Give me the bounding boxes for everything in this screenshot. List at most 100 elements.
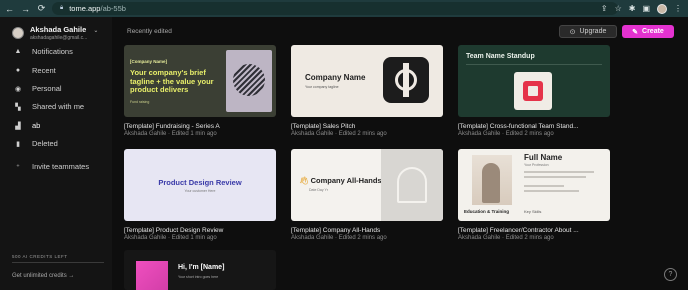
extensions-icon[interactable]: ✱	[629, 4, 636, 13]
reload-icon[interactable]: ⟳	[35, 2, 48, 15]
thumb-intro: Your short intro goes here	[178, 275, 219, 279]
thumb-divider	[466, 64, 602, 65]
sidebar: Akshada Gahile akshadagahile@gmail.c... …	[0, 17, 112, 290]
thumb-education: Education & Training	[464, 209, 510, 214]
sidebar-item-label: Shared with me	[32, 102, 85, 111]
thumb-shape	[397, 167, 427, 203]
user-name: Akshada Gahile	[30, 25, 87, 34]
share-icon[interactable]: ⇪	[601, 4, 608, 13]
card-thumbnail[interactable]: Product Design Review Your customer Here	[124, 149, 276, 221]
thumb-tagline: Your company tagline	[305, 85, 339, 89]
thumb-subtitle: Date Day Yr	[309, 188, 328, 192]
thumb-company-name: Company Name	[305, 73, 366, 82]
text-line	[524, 171, 594, 173]
sidebar-item-workspace[interactable]: ▟ ab	[14, 121, 40, 130]
tome-app: Akshada Gahile akshadagahile@gmail.c... …	[0, 17, 688, 290]
sidebar-item-label: Deleted	[32, 139, 58, 148]
card-title[interactable]: [Template] Sales Pitch	[291, 123, 451, 130]
upgrade-icon: ⊙	[569, 28, 576, 36]
edit-icon: ✎	[632, 28, 639, 36]
url-host: tome.app	[69, 4, 101, 13]
people-icon: ▚	[15, 103, 21, 111]
sidebar-item-deleted[interactable]: ▮ Deleted	[14, 139, 58, 148]
thumb-circle	[233, 64, 265, 96]
sidebar-item-label: ab	[32, 121, 41, 130]
card-meta: Akshada Gahile · Edited 2 mins ago	[458, 131, 554, 137]
menu-icon[interactable]: ⋮	[674, 4, 682, 13]
card-thumbnail[interactable]: Full Name Your Profession Education & Tr…	[458, 149, 610, 221]
address-bar[interactable]: 🔒︎ tome.app /ab-55b	[52, 2, 618, 15]
create-button[interactable]: ✎ Create	[622, 25, 674, 38]
card-title[interactable]: [Template] Freelancer/Contractor About .…	[458, 227, 618, 234]
thumb-photo	[472, 155, 512, 205]
thumb-title: Team Name Standup	[466, 53, 535, 60]
credits-divider	[12, 262, 104, 263]
card-title[interactable]: [Template] Fundraising - Series A	[124, 123, 284, 130]
logo-inner	[528, 86, 538, 96]
card-title[interactable]: [Template] Cross-functional Team Stand..…	[458, 123, 618, 130]
back-icon[interactable]: ←	[3, 2, 16, 15]
chevron-down-icon: ⌄	[93, 27, 99, 34]
upgrade-button[interactable]: ⊙ Upgrade	[559, 25, 617, 38]
card-meta: Akshada Gahile · Edited 2 mins ago	[291, 131, 387, 137]
thumb-pink-block	[136, 261, 168, 290]
add-person-icon: ⁺	[16, 163, 20, 171]
wave-icon: 👋︎	[299, 176, 311, 185]
user-menu[interactable]: Akshada Gahile akshadagahile@gmail.c... …	[12, 25, 98, 41]
card-meta: Akshada Gahile · Edited 1 min ago	[124, 131, 217, 137]
person-icon: ◉	[14, 85, 22, 93]
sidebar-item-recent[interactable]: ● Recent	[14, 66, 56, 75]
sidepanel-icon[interactable]: ▣	[642, 4, 650, 13]
thumb-heading: Hi, I'm [Name]	[178, 264, 225, 271]
thumb-title: Product Design Review	[158, 178, 242, 187]
logo-red-square	[523, 81, 543, 101]
thumb-skills: Key Skills	[524, 209, 542, 214]
thumb-role: Your Profession	[524, 163, 549, 167]
card-meta: Akshada Gahile · Edited 2 mins ago	[291, 235, 387, 241]
text-line	[524, 185, 564, 187]
card-title[interactable]: [Template] Company All-Hands	[291, 227, 451, 234]
sidebar-item-label: Recent	[32, 66, 56, 75]
browser-toolbar: ← → ⟳ 🔒︎ tome.app /ab-55b ⇪ ☆ ✱ ▣ ⋮	[0, 0, 688, 17]
create-label: Create	[642, 28, 664, 35]
section-title: Recently edited	[127, 28, 172, 35]
url-path: /ab-55b	[100, 4, 126, 13]
sidebar-item-shared[interactable]: ▚ Shared with me	[14, 102, 84, 111]
text-line	[524, 176, 586, 178]
help-button[interactable]: ?	[664, 268, 677, 281]
thumb-logo	[383, 57, 429, 103]
thumb-small-text: Fund raising	[130, 100, 150, 104]
bell-icon: ▲	[14, 48, 22, 55]
logo-bar	[403, 63, 409, 97]
text-line	[524, 190, 579, 192]
lock-icon: 🔒︎	[60, 5, 64, 11]
forward-icon[interactable]: →	[19, 2, 32, 15]
thumb-headline: Your company's brief tagline + the value…	[130, 68, 214, 94]
thumb-tag: [Company Name]	[130, 59, 168, 64]
thumb-title: 👋︎ Company All-Hands	[299, 176, 382, 185]
star-icon[interactable]: ☆	[615, 4, 622, 13]
thumb-name: Full Name	[524, 153, 563, 162]
sidebar-item-invite[interactable]: ⁺ Invite teammates	[14, 162, 89, 171]
thumb-panel	[381, 149, 443, 221]
card-thumbnail[interactable]: 👋︎ Company All-Hands Date Day Yr	[291, 149, 443, 221]
user-email: akshadagahile@gmail.c...	[30, 35, 88, 41]
thumb-artwork	[226, 50, 272, 112]
credits-title: 500 AI CREDITS LEFT	[12, 254, 68, 259]
trash-icon: ▮	[16, 140, 20, 148]
card-thumbnail[interactable]: Team Name Standup	[458, 45, 610, 117]
card-thumbnail[interactable]: Hi, I'm [Name] Your short intro goes her…	[124, 250, 276, 290]
sidebar-item-personal[interactable]: ◉ Personal	[14, 84, 62, 93]
sidebar-item-label: Notifications	[32, 47, 73, 56]
sidebar-item-notifications[interactable]: ▲ Notifications	[14, 47, 73, 56]
clock-icon: ●	[15, 67, 21, 74]
workspace-icon: ▟	[15, 122, 21, 130]
profile-avatar[interactable]	[657, 3, 667, 14]
card-thumbnail[interactable]: [Company Name] Your company's brief tagl…	[124, 45, 276, 117]
card-thumbnail[interactable]: Company Name Your company tagline	[291, 45, 443, 117]
get-credits-link[interactable]: Get unlimited credits →	[12, 273, 74, 279]
person-figure	[482, 163, 500, 203]
card-title[interactable]: [Template] Product Design Review	[124, 227, 284, 234]
sidebar-item-label: Personal	[32, 84, 62, 93]
card-meta: Akshada Gahile · Edited 1 min ago	[124, 235, 217, 241]
